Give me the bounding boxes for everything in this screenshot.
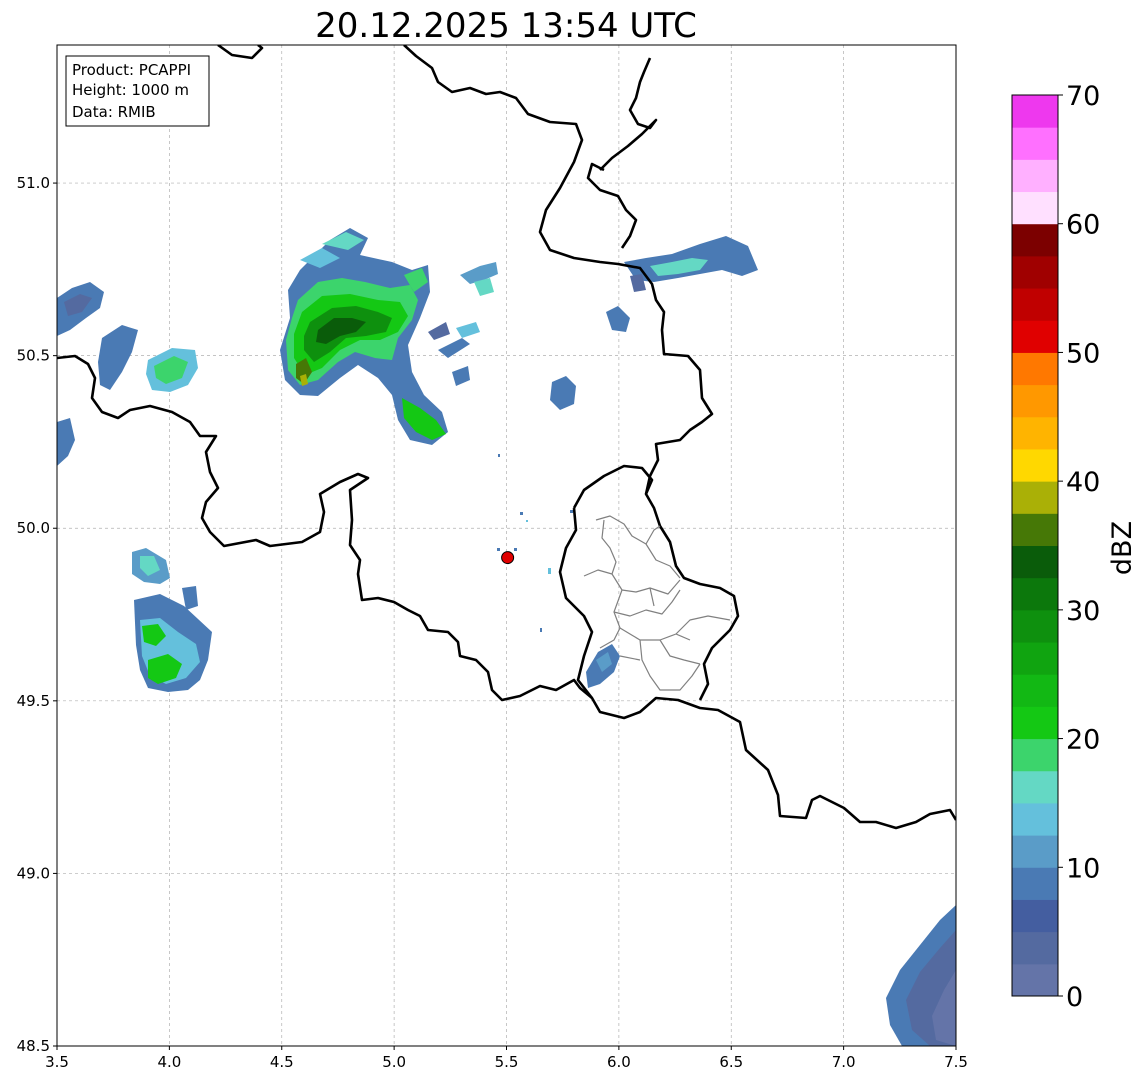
x-tick-label: 7.0 bbox=[832, 1053, 856, 1071]
y-axis-ticks: 48.5 49.0 49.5 50.0 50.5 51.0 bbox=[17, 174, 57, 1055]
colorbar-tick-label: 70 bbox=[1066, 81, 1100, 112]
colorbar-segment bbox=[1012, 577, 1058, 611]
colorbar-segment bbox=[1012, 288, 1058, 321]
colorbar-segment bbox=[1012, 642, 1058, 675]
colorbar-segment bbox=[1012, 95, 1058, 128]
y-tick-label: 51.0 bbox=[17, 174, 50, 192]
colorbar-segment bbox=[1012, 127, 1058, 160]
colorbar-segment bbox=[1012, 899, 1058, 933]
colorbar-tick-label: 0 bbox=[1066, 982, 1083, 1013]
colorbar-tick-label: 60 bbox=[1066, 210, 1100, 241]
colorbar-segment bbox=[1012, 191, 1058, 225]
x-tick-label: 4.5 bbox=[270, 1053, 294, 1071]
colorbar-segment bbox=[1012, 416, 1058, 450]
colorbar-tick-label: 30 bbox=[1066, 596, 1100, 627]
colorbar-segment bbox=[1012, 706, 1058, 740]
colorbar-segment bbox=[1012, 674, 1058, 707]
info-data-source: Data: RMIB bbox=[72, 103, 156, 121]
x-tick-label: 6.5 bbox=[719, 1053, 743, 1071]
x-tick-label: 4.0 bbox=[157, 1053, 181, 1071]
colorbar-segment bbox=[1012, 481, 1058, 514]
colorbar-tick-label: 50 bbox=[1066, 338, 1100, 369]
x-axis-ticks: 3.5 4.0 4.5 5.0 5.5 6.0 6.5 7.0 7.5 bbox=[45, 1046, 968, 1071]
info-box: Product: PCAPPI Height: 1000 m Data: RMI… bbox=[65, 55, 210, 127]
y-tick-label: 49.5 bbox=[17, 692, 50, 710]
colorbar-label: dBZ bbox=[1107, 521, 1138, 575]
x-tick-label: 3.5 bbox=[45, 1053, 69, 1071]
colorbar-segments bbox=[1012, 95, 1058, 997]
radar-figure: 20.12.2025 13:54 UTC 3.5 4.0 4.5 5.0 5.5… bbox=[17, 6, 1138, 1071]
x-tick-label: 7.5 bbox=[944, 1053, 968, 1071]
colorbar-segment bbox=[1012, 738, 1058, 772]
colorbar-segment bbox=[1012, 867, 1058, 900]
colorbar-tick-label: 40 bbox=[1066, 467, 1100, 498]
y-tick-label: 50.5 bbox=[17, 347, 50, 365]
colorbar-segment bbox=[1012, 223, 1058, 257]
colorbar-segment bbox=[1012, 448, 1058, 482]
colorbar-segment bbox=[1012, 835, 1058, 868]
x-tick-label: 5.5 bbox=[495, 1053, 519, 1071]
info-product: Product: PCAPPI bbox=[72, 61, 191, 79]
colorbar-segment bbox=[1012, 159, 1058, 193]
colorbar-segment bbox=[1012, 255, 1058, 289]
colorbar-segment bbox=[1012, 545, 1058, 579]
map-title: 20.12.2025 13:54 UTC bbox=[315, 6, 697, 46]
radar-site-marker bbox=[501, 551, 515, 565]
y-tick-label: 49.0 bbox=[17, 864, 50, 882]
colorbar-segment bbox=[1012, 352, 1058, 386]
colorbar-segment bbox=[1012, 384, 1058, 418]
x-tick-label: 5.0 bbox=[382, 1053, 406, 1071]
colorbar: 0 10 20 30 40 50 60 70 dBZ bbox=[1011, 81, 1138, 1013]
colorbar-tick-label: 10 bbox=[1066, 853, 1100, 884]
x-tick-label: 6.0 bbox=[607, 1053, 631, 1071]
y-tick-label: 48.5 bbox=[17, 1037, 50, 1055]
colorbar-segment bbox=[1012, 513, 1058, 546]
info-height: Height: 1000 m bbox=[72, 81, 189, 99]
colorbar-tick-label: 20 bbox=[1066, 725, 1100, 756]
colorbar-segment bbox=[1012, 770, 1058, 804]
colorbar-segment bbox=[1012, 320, 1058, 353]
colorbar-segment bbox=[1012, 931, 1058, 965]
y-tick-label: 50.0 bbox=[17, 519, 50, 537]
colorbar-segment bbox=[1012, 802, 1058, 836]
colorbar-segment bbox=[1012, 609, 1058, 643]
colorbar-segment bbox=[1012, 963, 1058, 997]
colorbar-ticks: 0 10 20 30 40 50 60 70 bbox=[1058, 81, 1100, 1013]
